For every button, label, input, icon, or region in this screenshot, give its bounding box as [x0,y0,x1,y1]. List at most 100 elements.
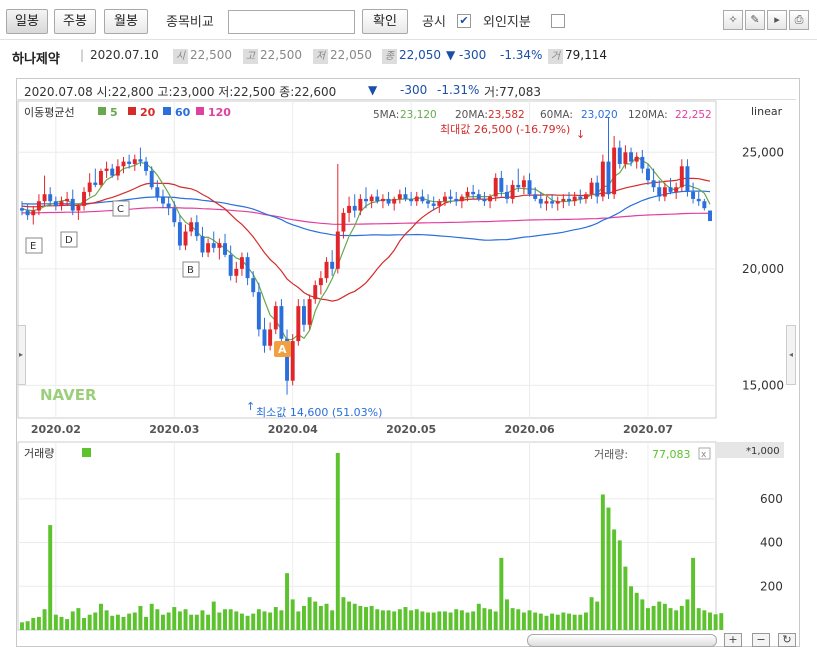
candle-body [335,231,340,269]
ma20-value: 23,582 [488,109,525,121]
volume-bar [144,616,149,630]
volume-bar [583,612,588,630]
candle-body [352,205,357,211]
volume-bar [296,611,301,630]
volume-unit: *1,000 [746,446,780,457]
volume-bar [217,612,222,630]
volume-bar [110,615,115,630]
min-annotation: 최소값 14,600 (51.03%) [256,406,382,419]
candle-body [290,341,295,381]
ma120-legend: 120 [208,106,231,119]
volume-bar [358,605,363,630]
volume-close-icon[interactable]: x [701,450,707,460]
volume-bar [245,615,250,630]
candle-body [572,196,577,202]
candle-body [420,196,425,202]
volume-bar [651,605,656,630]
x-tick-label: 2020.07 [623,423,673,436]
candle-body [53,201,58,206]
candle-body [59,201,64,206]
volume-bar [555,614,560,630]
volume-value-label: 거래량: [594,448,628,461]
volume-bar [48,525,53,630]
price-plot-area [17,100,717,419]
reset-button[interactable]: ↻ [778,633,796,647]
candle-body [234,268,239,276]
candle-body [600,161,605,197]
candle-body [341,212,346,232]
candle-body [521,180,526,188]
volume-bar [318,605,323,630]
volume-bar [572,614,577,630]
candle-body [674,187,679,192]
volume-bar [713,614,718,630]
scale-type-label[interactable]: linear [751,105,783,118]
volume-bar [493,611,498,630]
candle-body [488,196,493,202]
chart-scrollbar[interactable] [527,634,717,647]
candle-body [392,198,397,204]
volume-bar [471,611,476,630]
volume-bar [76,608,81,630]
volume-bar [20,622,24,630]
ma120-swatch [196,107,204,115]
zoom-in-button[interactable]: + [724,633,742,647]
volume-bar [132,612,137,630]
volume-bar [510,608,515,630]
volume-bar [42,609,47,630]
volume-bar [206,614,211,630]
volume-bar [488,609,493,630]
volume-bar [25,621,30,630]
volume-bar [285,573,290,630]
volume-bar [301,605,306,630]
candle-body [307,299,312,325]
x-tick-label: 2020.06 [505,423,555,436]
candle-body [409,198,414,202]
candle-body [177,222,182,246]
candle-body [183,231,188,246]
volume-bar [211,601,216,630]
candle-body [640,156,645,169]
volume-bar [234,611,239,630]
candle-body [617,147,622,164]
candle-body [448,196,453,199]
volume-bar [121,616,126,630]
candle-body [533,194,538,199]
volume-bar [679,605,684,630]
volume-bar [347,601,352,630]
candle-body [629,152,634,162]
volume-bar [629,586,634,630]
volume-bar [82,617,87,630]
grid: 15,000 20,000 25,000 200 400 600 2020.02 2020.0… [18,101,784,630]
candle-body [589,182,594,195]
candle-body [262,329,267,346]
candle-body [144,161,149,171]
candle-body [279,306,284,339]
volume-bar [223,609,227,630]
candle-body [623,152,628,164]
volume-bar [397,609,402,630]
ma120-value-label: 120MA: [628,109,668,121]
volume-bar [369,605,374,630]
candle-body [685,166,690,192]
volume-bar [53,614,58,630]
candle-body [465,191,470,197]
volume-bar [634,592,639,630]
volume-bar [98,603,103,630]
volume-bar [290,599,295,630]
candle-body [645,168,650,181]
volume-bar [550,613,555,630]
volume-bar [617,540,622,630]
volume-bar [93,612,98,630]
candle-body [132,159,137,164]
candle-body [505,191,509,199]
candle-body [313,285,318,300]
candle-body [454,198,459,202]
candle-body [93,182,98,185]
annotation-c: C [117,204,124,215]
candle-body [25,210,30,216]
candle-body [115,166,120,176]
candle-body [476,194,481,199]
zoom-out-button[interactable]: − [752,633,770,647]
volume-bar [155,609,160,630]
